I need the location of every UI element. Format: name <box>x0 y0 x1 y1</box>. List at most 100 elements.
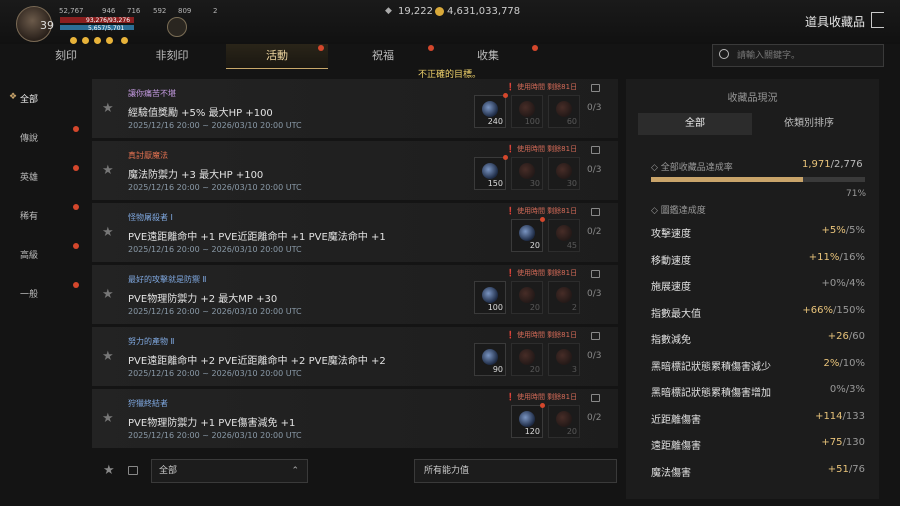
slot-count: 20 <box>529 365 540 374</box>
lock-icon[interactable] <box>591 146 600 154</box>
item-slot[interactable]: 100 <box>474 281 506 314</box>
lock-icon[interactable] <box>591 332 600 340</box>
stat-max: 10% <box>842 357 865 369</box>
sidebar-item-legendary[interactable]: 傳說 <box>20 131 38 144</box>
stat-max: 76 <box>852 463 865 475</box>
stat-value: +5%/5% <box>822 225 866 236</box>
item-slot[interactable]: 60 <box>548 95 580 128</box>
card-effect: 魔法防禦力 +3 最大HP +100 <box>128 170 264 181</box>
gem-count: 19,222 <box>398 6 433 17</box>
stat-value: +114/133 <box>815 411 865 422</box>
item-slot[interactable]: 45 <box>548 219 580 252</box>
card-effect: PVE遠距離命中 +2 PVE近距離命中 +2 PVE魔法命中 +2 <box>128 356 386 367</box>
sidebar-item-hero[interactable]: 英雄 <box>20 170 38 183</box>
favorite-star-icon[interactable]: ★ <box>102 225 114 240</box>
item-slot[interactable]: 150 <box>474 155 508 190</box>
item-slot[interactable]: 20 <box>511 343 543 376</box>
item-slot[interactable]: 20 <box>511 217 545 252</box>
item-slot[interactable]: 120 <box>511 403 545 438</box>
grade-dropdown[interactable]: 全部 ⌃ <box>151 459 308 483</box>
sidebar-item-rare[interactable]: 稀有 <box>20 209 38 222</box>
sidebar-item-all[interactable]: 全部 <box>20 92 38 105</box>
favorite-star-icon[interactable]: ★ <box>102 163 114 178</box>
collection-card[interactable]: ★ 讓你痛苦不堪 經驗值獎勵 +5% 最大HP +100 2025/12/16 … <box>92 79 618 139</box>
collection-card[interactable]: ★ 努力的產物 Ⅱ PVE遠距離命中 +2 PVE近距離命中 +2 PVE魔法命… <box>92 327 618 387</box>
item-slot[interactable]: 240 <box>474 93 508 128</box>
tab-label: 刻印 <box>55 49 77 62</box>
card-title: 怪物屠殺者 Ⅰ <box>128 213 173 222</box>
collection-card[interactable]: ★ 最好的攻擊就是防禦 Ⅱ PVE物理防禦力 +2 最大MP +30 2025/… <box>92 265 618 325</box>
notification-dot <box>73 126 79 132</box>
favorite-star-icon[interactable]: ★ <box>102 101 114 116</box>
notification-dot <box>73 282 79 288</box>
item-slot[interactable]: 30 <box>511 157 543 190</box>
rate-total: /2,776 <box>830 159 863 170</box>
item-icon <box>556 349 572 365</box>
item-icon <box>556 287 572 303</box>
tab-event[interactable]: 活動 <box>226 44 328 69</box>
item-icon <box>556 411 572 427</box>
sidebar-item-advanced[interactable]: 高級 <box>20 248 38 261</box>
collection-card[interactable]: ★ 怪物屠殺者 Ⅰ PVE遠距離命中 +1 PVE近距離命中 +1 PVE魔法命… <box>92 203 618 263</box>
item-slot[interactable]: 20 <box>548 405 580 438</box>
tab-status-all[interactable]: 全部 <box>638 113 752 135</box>
stat-row: 遠距離傷害 +75/130 <box>651 437 865 452</box>
tab-label: 收集 <box>477 49 499 62</box>
stat-current: +26 <box>827 331 849 342</box>
stat-value: 592 <box>153 7 167 15</box>
item-slot[interactable]: 90 <box>474 343 506 376</box>
tab-collect[interactable]: 收集 <box>438 44 538 68</box>
search-input[interactable] <box>735 46 879 66</box>
buff-icon[interactable] <box>94 37 101 44</box>
item-slot[interactable]: 2 <box>548 281 580 314</box>
card-ratio: 0/3 <box>587 351 602 361</box>
stat-label: 遠距離傷害 <box>651 441 701 452</box>
slot-count: 20 <box>566 427 577 436</box>
favorite-filter-star-icon[interactable]: ★ <box>103 463 115 478</box>
item-icon <box>556 101 572 117</box>
tab-non-engraved[interactable]: 非刻印 <box>110 44 234 68</box>
stat-value: +11%/16% <box>809 252 865 263</box>
timer-text: 使用時間 剩餘81日 <box>516 269 578 277</box>
collection-status-panel: 收藏品現況 全部 依類別排序 ◇ 全部收藏品達成率 1,971/2,776 71… <box>626 79 879 499</box>
favorite-star-icon[interactable]: ★ <box>102 411 114 426</box>
lock-icon[interactable] <box>591 394 600 402</box>
item-icon <box>519 163 535 179</box>
lock-filter-icon[interactable] <box>128 466 138 475</box>
tab-status-category[interactable]: 依類別排序 <box>752 113 866 135</box>
stat-current: +114 <box>815 410 843 422</box>
buff-icon[interactable] <box>82 37 89 44</box>
exit-icon[interactable] <box>871 12 884 28</box>
lock-icon[interactable] <box>591 208 600 216</box>
item-slot[interactable]: 100 <box>511 95 543 128</box>
clan-emblem-icon[interactable] <box>167 17 187 37</box>
item-icon <box>482 163 498 179</box>
card-title: 讓你痛苦不堪 <box>128 89 176 98</box>
collection-card[interactable]: ★ 真討厭魔法 魔法防禦力 +3 最大HP +100 2025/12/16 20… <box>92 141 618 201</box>
ability-dropdown[interactable]: 所有能力值 <box>414 459 617 483</box>
sidebar-item-normal[interactable]: 一般 <box>20 287 38 300</box>
item-slot[interactable]: 3 <box>548 343 580 376</box>
lock-icon[interactable] <box>591 270 600 278</box>
favorite-star-icon[interactable]: ★ <box>102 349 114 364</box>
buff-icon[interactable] <box>121 37 128 44</box>
collection-card[interactable]: ★ 狩獵終結者 PVE物理防禦力 +1 PVE傷害減免 +1 2025/12/1… <box>92 389 618 449</box>
item-slot[interactable]: 20 <box>511 281 543 314</box>
card-effect: PVE物理防禦力 +2 最大MP +30 <box>128 294 278 305</box>
slot-count: 20 <box>529 241 540 250</box>
stat-label: 指數最大值 <box>651 308 701 320</box>
stat-label: 近距離傷害 <box>651 414 701 426</box>
stat-row: 移動速度 +11%/16% <box>651 252 865 267</box>
stat-value: +51/76 <box>828 464 865 475</box>
card-effect: PVE遠距離命中 +1 PVE近距離命中 +1 PVE魔法命中 +1 <box>128 232 386 243</box>
item-slot[interactable]: 30 <box>548 157 580 190</box>
lock-icon[interactable] <box>591 84 600 92</box>
favorite-star-icon[interactable]: ★ <box>102 287 114 302</box>
grade-dropdown-value: 全部 <box>159 466 178 476</box>
gold-coin-icon <box>435 7 444 16</box>
stat-value: 946 <box>102 7 116 15</box>
buff-icon[interactable] <box>106 37 113 44</box>
buff-icon[interactable] <box>70 37 77 44</box>
tab-blessing[interactable]: 祝福 <box>333 44 433 68</box>
item-icon <box>519 101 535 117</box>
